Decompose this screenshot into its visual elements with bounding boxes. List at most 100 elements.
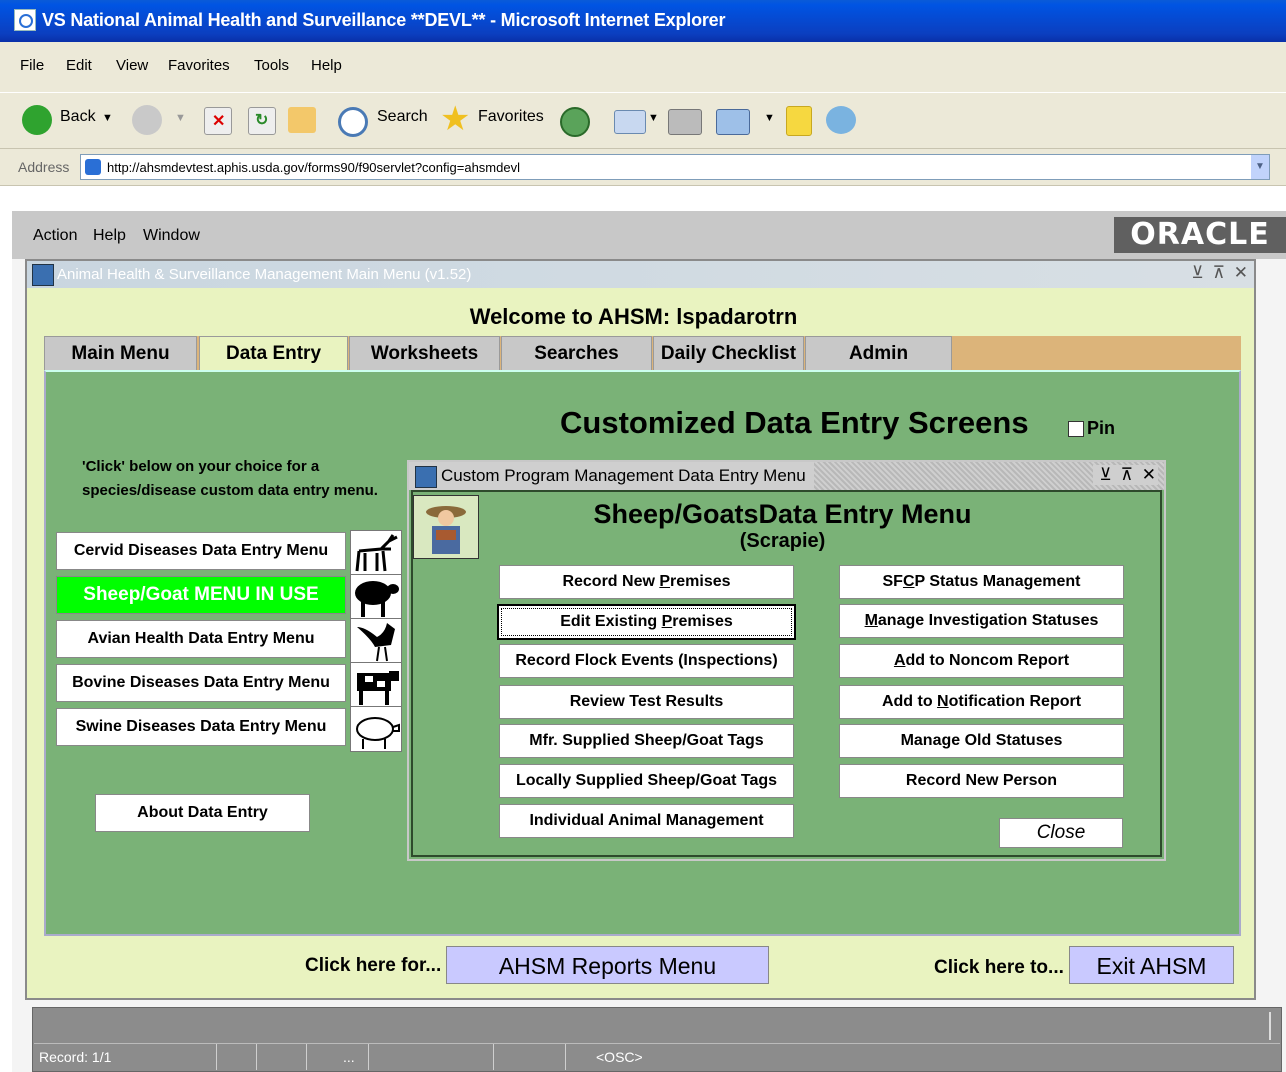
address-label: Address (18, 159, 70, 175)
favorites-star-icon[interactable]: ★ (440, 99, 470, 139)
edit-icon[interactable] (716, 109, 750, 135)
dialog-heading: Sheep/GoatsData Entry Menu (593, 499, 972, 529)
pin-label: Pin (1087, 418, 1116, 438)
dialog-window-controls[interactable]: ⊻ ⊼ ✕ (1093, 465, 1158, 485)
forms-menu-bar: Action Help Window ORACLE (12, 211, 1286, 259)
exit-ahsm-button[interactable]: Exit AHSM (1069, 946, 1234, 984)
dialog-subheading: (Scrapie) (739, 530, 826, 552)
home-icon[interactable] (288, 107, 316, 133)
cervid-menu-button[interactable]: Cervid Diseases Data Entry Menu (56, 532, 346, 570)
review-test-results-button[interactable]: Review Test Results (499, 685, 794, 719)
close-button[interactable]: Close (999, 818, 1123, 848)
browser-gap (0, 186, 1286, 211)
record-new-person-button[interactable]: Record New Person (839, 764, 1124, 798)
status-cell (217, 1044, 257, 1070)
status-divider (1269, 1012, 1271, 1040)
edit-existing-premises-button[interactable]: Edit Existing Premises (497, 604, 796, 640)
ie-page-icon (14, 9, 36, 31)
ie-menu-bar: File Edit View Favorites Tools Help (0, 42, 1286, 92)
main-window-title: Animal Health & Surveillance Management … (57, 266, 472, 283)
window-title: VS National Animal Health and Surveillan… (42, 10, 726, 30)
menu-help[interactable]: Help (311, 57, 342, 74)
search-button[interactable]: Search (377, 108, 428, 126)
mfr-supplied-tags-button[interactable]: Mfr. Supplied Sheep/Goat Tags (499, 724, 794, 758)
reports-menu-button[interactable]: AHSM Reports Menu (446, 946, 769, 984)
forms-menu-window[interactable]: Window (143, 227, 200, 245)
swine-menu-button[interactable]: Swine Diseases Data Entry Menu (56, 708, 346, 746)
about-data-entry-button[interactable]: About Data Entry (95, 794, 310, 832)
farmer-icon (413, 495, 479, 559)
individual-animal-management-button[interactable]: Individual Animal Management (499, 804, 794, 838)
deer-icon (350, 530, 402, 576)
tab-admin[interactable]: Admin (805, 336, 952, 370)
search-icon[interactable] (338, 107, 368, 137)
tab-main-menu[interactable]: Main Menu (44, 336, 197, 370)
status-bar: Record: 1/1 ... <OSC> (34, 1043, 1280, 1070)
forms-menu-help[interactable]: Help (93, 227, 126, 245)
window-title-bar: VS National Animal Health and Surveillan… (0, 0, 1286, 42)
mail-icon[interactable] (614, 110, 646, 134)
forward-dropdown-icon[interactable]: ▼ (175, 112, 186, 124)
sfcp-status-management-button[interactable]: SFCP Status Management (839, 565, 1124, 599)
dialog-title-bar: Custom Program Management Data Entry Men… (409, 462, 1164, 490)
menu-file[interactable]: File (20, 57, 44, 74)
tab-searches[interactable]: Searches (501, 336, 652, 370)
edit-dropdown-icon[interactable]: ▼ (764, 112, 775, 124)
address-bar: Address http://ahsmdevtest.aphis.usda.go… (0, 148, 1286, 186)
status-cell (257, 1044, 307, 1070)
messenger-icon[interactable] (826, 106, 856, 134)
refresh-icon[interactable]: ↻ (248, 107, 276, 135)
bovine-menu-button[interactable]: Bovine Diseases Data Entry Menu (56, 664, 346, 702)
status-ellipsis: ... (307, 1044, 369, 1070)
discuss-icon[interactable] (786, 106, 812, 136)
back-dropdown-icon[interactable]: ▼ (102, 112, 113, 124)
status-record: Record: 1/1 (34, 1044, 217, 1070)
mail-dropdown-icon[interactable]: ▼ (648, 112, 659, 124)
menu-favorites[interactable]: Favorites (168, 57, 230, 74)
record-flock-events-button[interactable]: Record Flock Events (Inspections) (499, 644, 794, 678)
ie-toolbar: Back ▼ ▼ ✕ ↻ Search ★ Favorites ▼ ▼ (0, 92, 1286, 148)
pin-box[interactable] (1068, 421, 1084, 438)
tab-worksheets[interactable]: Worksheets (349, 336, 500, 370)
pig-icon (350, 706, 402, 752)
window-controls[interactable]: ⊻ ⊼ ✕ (1191, 263, 1250, 283)
cow-icon (350, 662, 402, 708)
print-icon[interactable] (668, 109, 702, 135)
click-here-for-label: Click here for... (305, 955, 442, 976)
tab-daily-checklist[interactable]: Daily Checklist (653, 336, 804, 370)
menu-view[interactable]: View (116, 57, 148, 74)
stop-icon[interactable]: ✕ (204, 107, 232, 135)
add-to-noncom-report-button[interactable]: Add to Noncom Report (839, 644, 1124, 678)
dialog-title: Custom Program Management Data Entry Men… (409, 462, 814, 490)
manage-investigation-statuses-button[interactable]: Manage Investigation Statuses (839, 604, 1124, 638)
instructions-text: 'Click' below on your choice for a speci… (82, 458, 378, 499)
pin-checkbox[interactable]: Pin (1068, 418, 1115, 439)
manage-old-statuses-button[interactable]: Manage Old Statuses (839, 724, 1124, 758)
add-to-notification-report-button[interactable]: Add to Notification Report (839, 685, 1124, 719)
page-icon (85, 159, 101, 175)
sheep-icon (350, 574, 402, 620)
welcome-text: Welcome to AHSM: lspadarotrn (469, 304, 798, 329)
address-input[interactable]: http://ahsmdevtest.aphis.usda.gov/forms9… (80, 154, 1270, 180)
forms-window-icon (415, 466, 437, 488)
forward-arrow-icon[interactable] (132, 105, 162, 135)
history-icon[interactable] (560, 107, 590, 137)
forms-menu-action[interactable]: Action (33, 227, 77, 245)
rooster-icon (350, 618, 402, 664)
forms-window-icon (32, 264, 54, 286)
locally-supplied-tags-button[interactable]: Locally Supplied Sheep/Goat Tags (499, 764, 794, 798)
record-new-premises-button[interactable]: Record New Premises (499, 565, 794, 599)
status-osc: <OSC> (596, 1049, 643, 1065)
favorites-button[interactable]: Favorites (478, 108, 544, 126)
status-cell (369, 1044, 494, 1070)
back-button[interactable]: Back (60, 108, 96, 126)
back-arrow-icon[interactable] (22, 105, 52, 135)
address-dropdown-icon[interactable]: ▼ (1251, 155, 1269, 179)
address-value[interactable]: http://ahsmdevtest.aphis.usda.gov/forms9… (107, 160, 520, 175)
tab-data-entry[interactable]: Data Entry (199, 336, 348, 374)
menu-edit[interactable]: Edit (66, 57, 92, 74)
sheep-goat-menu-button[interactable]: Sheep/Goat MENU IN USE (56, 576, 346, 614)
status-cell (494, 1044, 566, 1070)
avian-menu-button[interactable]: Avian Health Data Entry Menu (56, 620, 346, 658)
menu-tools[interactable]: Tools (254, 57, 289, 74)
